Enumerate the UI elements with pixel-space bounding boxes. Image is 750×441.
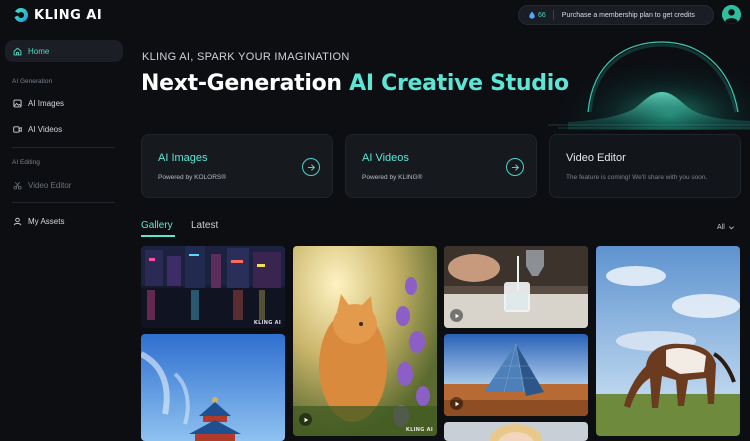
sidebar-item-ai-images[interactable]: AI Images: [5, 92, 123, 114]
credits-count: 66: [538, 11, 546, 19]
scissors-icon: [13, 181, 22, 190]
image-icon: [13, 99, 22, 107]
card-title: AI Images: [158, 152, 208, 164]
credits-banner[interactable]: 66 Purchase a membership plan to get cre…: [518, 5, 714, 25]
user-icon: [13, 217, 22, 225]
sidebar-item-ai-videos[interactable]: AI Videos: [5, 118, 123, 140]
sidebar-divider: [12, 202, 115, 203]
kling-logo-icon: [14, 8, 28, 22]
hero-banner: KLING AI, SPARK YOUR IMAGINATION Next-Ge…: [128, 30, 750, 130]
arrow-right-icon: [307, 163, 315, 171]
gallery-image-temple: [141, 334, 285, 441]
gallery-image-portrait: [444, 422, 588, 441]
video-play-button[interactable]: [299, 413, 312, 426]
credits-drop-icon: [529, 11, 535, 19]
tab-active-indicator: [141, 235, 175, 237]
card-title: Video Editor: [566, 152, 626, 164]
credits-divider: [552, 10, 554, 20]
card-ai-videos[interactable]: AI Videos Powered by KLING®: [345, 134, 537, 198]
chevron-down-icon: [728, 226, 734, 230]
video-icon: [13, 125, 22, 133]
kling-watermark: KLING AI: [253, 320, 281, 326]
top-bar: KLING AI 66 Purchase a membership plan t…: [0, 0, 750, 30]
tab-gallery[interactable]: Gallery: [141, 220, 173, 231]
filter-label: All: [717, 224, 725, 231]
gallery-item[interactable]: KLING AI: [293, 246, 437, 436]
card-video-editor: Video Editor The feature is coming! We'l…: [549, 134, 741, 198]
home-icon: [13, 47, 22, 55]
gallery-item[interactable]: [444, 422, 588, 441]
user-avatar-icon: [722, 5, 741, 24]
sidebar-item-video-editor[interactable]: Video Editor: [5, 174, 123, 196]
gallery-image-pinto-horse: [596, 246, 740, 436]
logo-text: KLING AI: [34, 7, 103, 23]
kling-logo[interactable]: KLING AI: [13, 6, 102, 24]
card-subtitle: Powered by KLING®: [362, 174, 423, 181]
play-icon: [304, 417, 308, 422]
hero-title: Next-Generation AI Creative Studio: [141, 71, 569, 96]
gallery-item[interactable]: KLING AI: [141, 246, 285, 328]
play-icon: [455, 401, 459, 406]
section-ai-generation: AI Generation: [12, 78, 53, 85]
hero-title-accent: AI Creative Studio: [349, 71, 569, 96]
credits-message: Purchase a membership plan to get credit…: [561, 11, 695, 19]
hero-tagline: KLING AI, SPARK YOUR IMAGINATION: [142, 51, 350, 63]
sidebar-divider: [12, 147, 115, 148]
card-title: AI Videos: [362, 152, 409, 164]
arrow-right-icon: [511, 163, 519, 171]
video-play-button[interactable]: [450, 397, 463, 410]
gallery-image-pouring-water: [444, 246, 588, 328]
gallery-image-kitten-flowers: [293, 246, 437, 436]
card-ai-images[interactable]: AI Images Powered by KOLORS®: [141, 134, 333, 198]
card-subtitle: The feature is coming! We'll share with …: [566, 174, 708, 181]
gallery-image-neon-city: [141, 246, 285, 328]
video-play-button[interactable]: [450, 309, 463, 322]
gallery-filter-dropdown[interactable]: All: [717, 224, 735, 231]
gallery-image-glass-pyramid: [444, 334, 588, 416]
play-icon: [455, 313, 459, 318]
section-ai-editing: AI Editing: [12, 159, 40, 166]
arrow-right-circle-icon[interactable]: [302, 158, 320, 176]
gallery-item[interactable]: [444, 334, 588, 416]
sidebar-item-home[interactable]: Home: [5, 40, 123, 62]
arrow-right-circle-icon[interactable]: [506, 158, 524, 176]
user-avatar[interactable]: [722, 5, 741, 24]
sidebar-item-label: AI Images: [28, 98, 65, 108]
sidebar-item-my-assets[interactable]: My Assets: [5, 210, 123, 232]
sidebar: Home AI Generation AI Images AI Videos A…: [0, 30, 128, 441]
kling-watermark: KLING AI: [405, 427, 433, 433]
hero-title-main: Next-Generation: [141, 71, 350, 96]
gallery-item[interactable]: [444, 246, 588, 328]
card-subtitle: Powered by KOLORS®: [158, 174, 227, 181]
hero-planet-illustration: [548, 30, 750, 130]
sidebar-item-label: AI Videos: [28, 124, 63, 134]
sidebar-item-label: Home: [28, 46, 50, 56]
gallery-item[interactable]: [141, 334, 285, 441]
tab-latest[interactable]: Latest: [191, 220, 218, 231]
gallery-item[interactable]: [596, 246, 740, 436]
sidebar-item-label: My Assets: [28, 216, 65, 226]
sidebar-item-label: Video Editor: [28, 180, 72, 190]
